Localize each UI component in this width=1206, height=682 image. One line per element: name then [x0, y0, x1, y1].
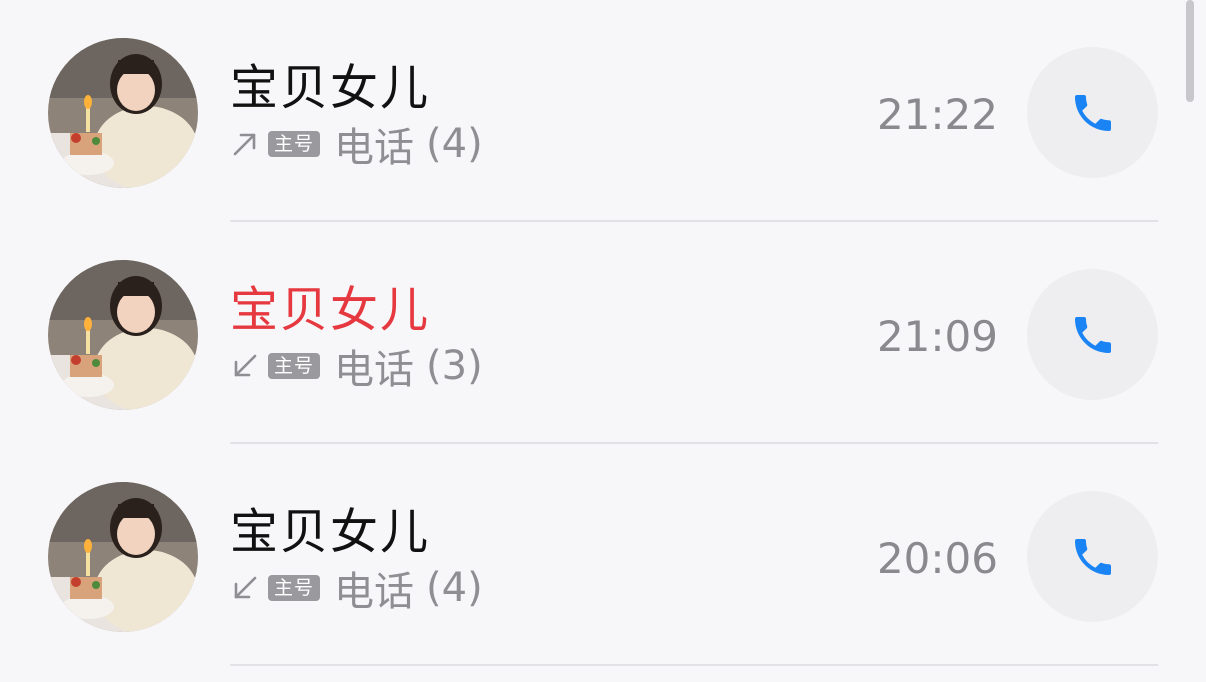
- incoming-arrow-icon: [230, 573, 260, 603]
- contact-name: 宝贝女儿: [230, 282, 431, 338]
- call-time: 21:09: [876, 312, 998, 361]
- call-log-row[interactable]: 宝贝女儿 主号 电话 (4) 20:06: [0, 444, 1206, 666]
- contact-name: 宝贝女儿: [230, 60, 431, 116]
- call-log-row[interactable]: 宝贝女儿 主号 电话 (4) 21:22: [0, 0, 1206, 222]
- call-button[interactable]: [1027, 269, 1158, 400]
- call-count: (4): [426, 121, 483, 167]
- call-count: (3): [426, 343, 483, 389]
- call-count: (4): [426, 565, 483, 611]
- phone-icon: [1074, 538, 1111, 575]
- scrollbar[interactable]: [1186, 0, 1194, 102]
- call-type: 电话: [334, 125, 415, 171]
- contact-name: 宝贝女儿: [230, 504, 431, 560]
- divider: [230, 664, 1158, 666]
- outgoing-arrow-icon: [230, 129, 260, 159]
- call-button[interactable]: [1027, 491, 1158, 622]
- line-badge: 主号: [268, 575, 321, 601]
- call-log-row[interactable]: 宝贝女儿 主号 电话 (3) 21:09: [0, 222, 1206, 444]
- incoming-arrow-icon: [230, 351, 260, 381]
- avatar[interactable]: [48, 482, 198, 632]
- line-badge: 主号: [268, 131, 321, 157]
- call-type: 电话: [334, 347, 415, 393]
- avatar[interactable]: [48, 260, 198, 410]
- call-details: 主号 电话 (3): [230, 340, 483, 393]
- phone-icon: [1074, 94, 1111, 131]
- avatar[interactable]: [48, 38, 198, 188]
- call-type: 电话: [334, 569, 415, 615]
- call-details: 主号 电话 (4): [230, 118, 483, 171]
- phone-icon: [1074, 316, 1111, 353]
- call-button[interactable]: [1027, 47, 1158, 178]
- line-badge: 主号: [268, 353, 321, 379]
- call-log-list: 宝贝女儿 主号 电话 (4) 21:22 宝贝女儿 主号 电话 (3) 21:0…: [0, 0, 1206, 682]
- call-details: 主号 电话 (4): [230, 562, 483, 615]
- call-time: 21:22: [876, 90, 998, 139]
- call-time: 20:06: [876, 534, 998, 583]
